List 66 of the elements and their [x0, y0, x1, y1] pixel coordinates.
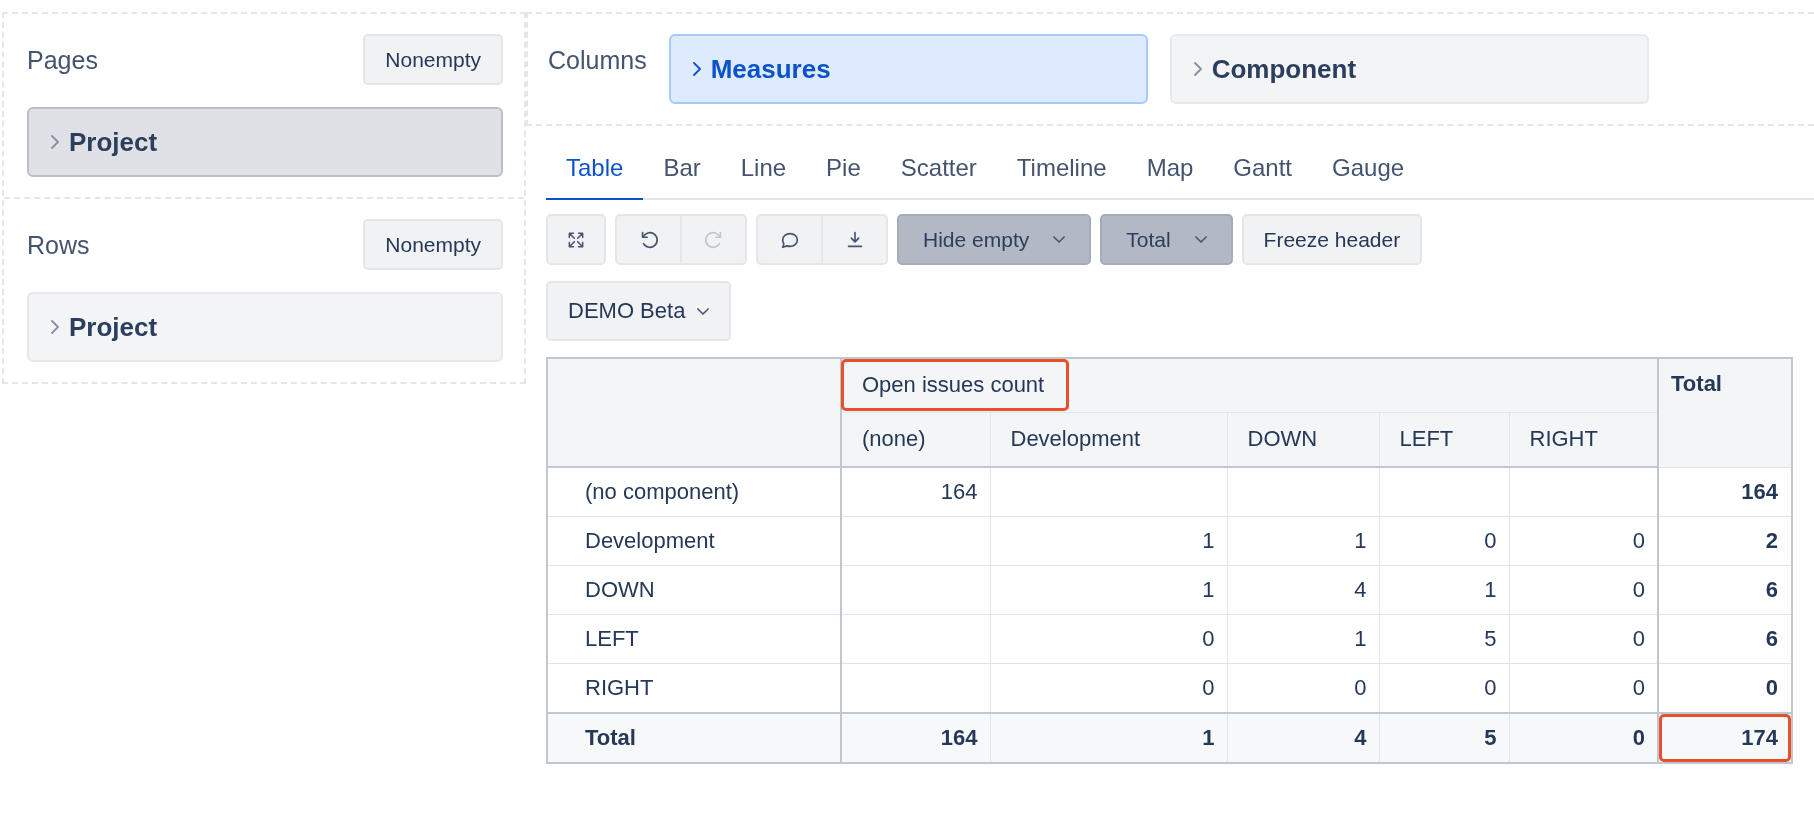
fullscreen-button[interactable]	[546, 214, 606, 265]
caret-icon	[1053, 236, 1066, 243]
nonempty-button[interactable]: Nonempty	[363, 34, 503, 85]
section-title: Columns	[548, 45, 647, 75]
dimension-pill[interactable]: Measures	[668, 34, 1148, 104]
dimension-pill[interactable]: Component	[1169, 34, 1649, 104]
total-cell-text: 0	[1764, 673, 1780, 702]
row-header: DOWN	[547, 565, 841, 614]
view-tab[interactable]: Timeline	[996, 148, 1127, 200]
table-cell: 1	[990, 712, 1227, 763]
table-cell: 1	[990, 565, 1227, 614]
table-cell: 164	[841, 712, 990, 763]
total-cell-text: 2	[1764, 526, 1780, 555]
row-header: (no component)	[547, 467, 841, 516]
row-header: Total	[547, 712, 841, 763]
view-tab[interactable]: Gauge	[1312, 148, 1425, 200]
table-cell: 0	[1509, 712, 1659, 763]
dropdown-button[interactable]: Total	[1100, 214, 1233, 265]
chevron-right-icon	[51, 320, 59, 334]
dimension-pill[interactable]: Project	[27, 292, 503, 362]
caret-icon	[1194, 236, 1207, 243]
view-tab[interactable]: Pie	[806, 148, 881, 200]
caret-icon	[697, 307, 710, 315]
table-cell: 5	[1379, 712, 1509, 763]
table-cell: 4	[1227, 712, 1379, 763]
view-tab[interactable]: Line	[720, 148, 807, 200]
view-tab[interactable]: Map	[1126, 148, 1214, 200]
comment-button[interactable]	[756, 214, 822, 265]
total-cell-text: 6	[1764, 575, 1780, 604]
table-cell: 1	[1227, 516, 1379, 565]
column-header: Development	[990, 412, 1227, 467]
section-title: Pages	[27, 45, 98, 75]
row-header: Development	[547, 516, 841, 565]
view-tab[interactable]: Scatter	[880, 148, 997, 200]
nonempty-button[interactable]: Nonempty	[363, 219, 503, 270]
row-header: LEFT	[547, 614, 841, 663]
total-cell: 174	[1659, 713, 1792, 762]
table-cell: 1	[1227, 614, 1379, 663]
freeze-header-button[interactable]: Freeze header	[1241, 214, 1423, 265]
view-tab[interactable]: Bar	[643, 148, 721, 200]
table-cell: 0	[990, 614, 1227, 663]
chevron-right-icon	[1193, 62, 1202, 76]
total-cell-text: 6	[1764, 624, 1780, 653]
dropdown-button[interactable]: Hide empty	[897, 214, 1092, 265]
chevron-right-icon	[51, 135, 59, 149]
view-tab[interactable]: Table	[546, 148, 644, 200]
column-header: LEFT	[1379, 412, 1509, 467]
column-header: Total	[1658, 358, 1793, 467]
table-cell: 5	[1379, 614, 1509, 663]
filter-dropdown[interactable]: DEMO Beta	[546, 281, 732, 341]
column-header: (none)	[841, 412, 990, 467]
section-title: Rows	[27, 230, 90, 260]
table-cell: 1	[990, 516, 1227, 565]
total-cell-text: 164	[1740, 477, 1780, 506]
dimension-pill[interactable]: Project	[27, 107, 503, 177]
table-cell: 4	[1227, 565, 1379, 614]
undo-button[interactable]	[615, 214, 681, 265]
column-header: Open issues count	[841, 359, 1070, 412]
download-button[interactable]	[822, 214, 888, 265]
table-cell: 1	[1379, 565, 1509, 614]
chevron-right-icon	[692, 62, 701, 76]
view-tab[interactable]: Gantt	[1213, 148, 1313, 200]
column-header: DOWN	[1227, 412, 1379, 467]
column-header: RIGHT	[1509, 412, 1659, 467]
table-cell: 164	[841, 467, 990, 516]
table-cell: 0	[1379, 516, 1509, 565]
